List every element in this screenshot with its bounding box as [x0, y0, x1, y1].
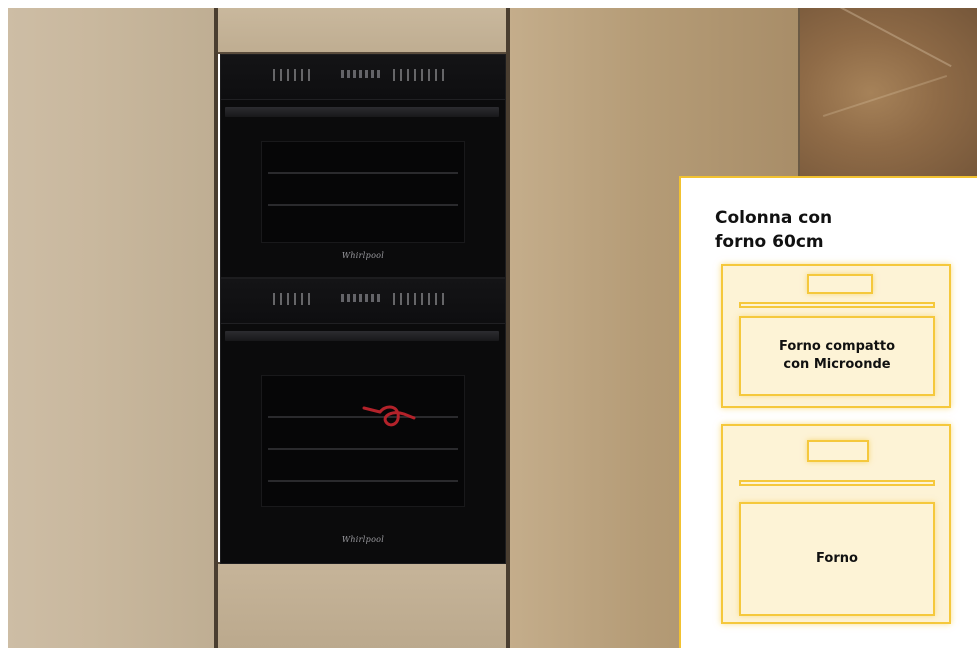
cabinet-seam: [214, 8, 218, 648]
control-panel: [221, 279, 505, 324]
module-control-panel-icon: [807, 274, 873, 294]
module-handle-icon: [739, 302, 935, 308]
module-label-line: con Microonde: [783, 357, 891, 372]
control-buttons-right: [393, 69, 449, 81]
module-door: Forno compatto con Microonde: [739, 316, 935, 396]
module-label: Forno compatto con Microonde: [779, 338, 895, 374]
control-buttons-left: [273, 69, 313, 81]
module-oven: Forno: [721, 424, 951, 624]
bottom-cabinet-panel: [218, 564, 506, 648]
card-title: Colonna con forno 60cm: [715, 206, 935, 254]
meat-probe-icon: [362, 405, 416, 427]
column-info-card: Colonna con forno 60cm Forno compatto co…: [679, 176, 977, 648]
oven-rack: [268, 204, 458, 206]
oven-handle: [225, 107, 499, 117]
control-panel: [221, 55, 505, 100]
oven-display: [341, 294, 381, 302]
module-compact-microwave: Forno compatto con Microonde: [721, 264, 951, 408]
oven-window: [261, 141, 465, 243]
oven-rack: [268, 448, 458, 450]
module-door: Forno: [739, 502, 935, 616]
module-label: Forno: [816, 551, 858, 566]
control-buttons-right: [393, 293, 449, 305]
card-title-line: Colonna con: [715, 208, 833, 228]
compact-microwave-oven: Whirlpool: [220, 54, 506, 278]
image-border: [0, 0, 977, 8]
oven-display: [341, 70, 381, 78]
oven-rack: [268, 172, 458, 174]
card-title-line: forno 60cm: [715, 232, 824, 252]
built-in-oven: Whirlpool: [220, 278, 506, 564]
module-label-line: Forno compatto: [778, 339, 896, 354]
control-buttons-left: [273, 293, 313, 305]
left-cabinet-door: [8, 8, 214, 648]
cabinet-seam: [506, 8, 510, 648]
brand-logo: Whirlpool: [341, 251, 385, 260]
top-cabinet-panel: [218, 8, 506, 52]
oven-rack: [268, 480, 458, 482]
module-control-panel-icon: [807, 440, 869, 462]
oven-window: [261, 375, 465, 507]
module-handle-icon: [739, 480, 935, 486]
image-border: [0, 0, 8, 648]
oven-handle: [225, 331, 499, 341]
brand-logo: Whirlpool: [341, 535, 385, 544]
